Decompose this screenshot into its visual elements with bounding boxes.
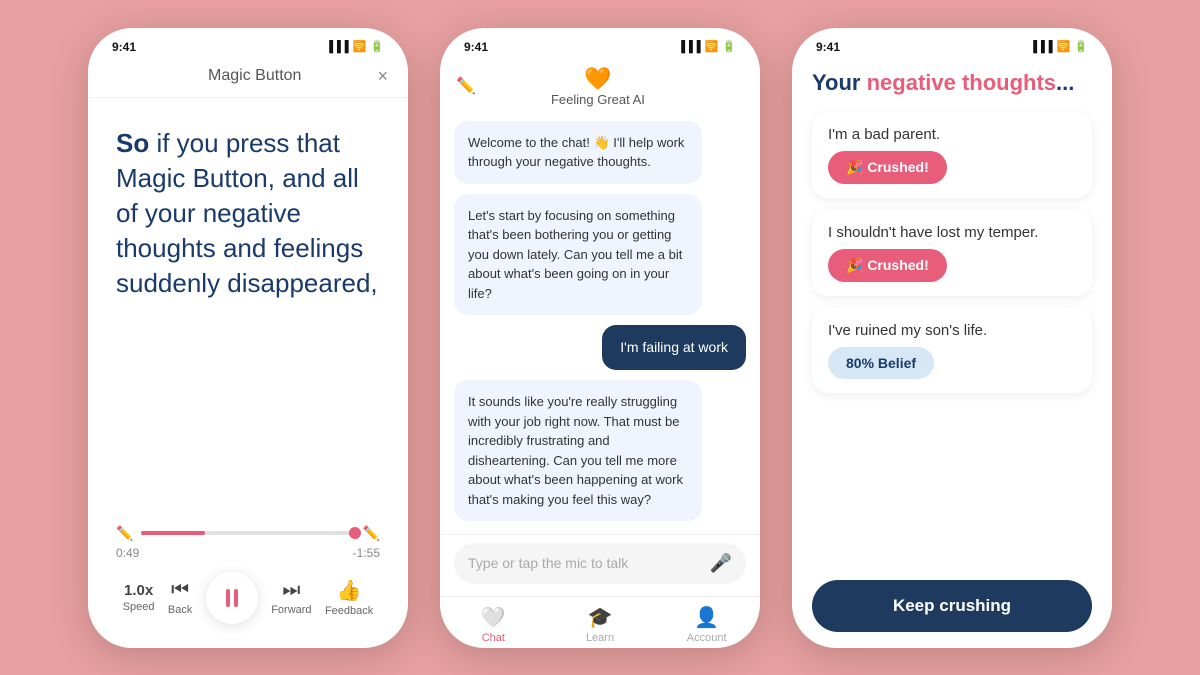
input-area: Type or tap the mic to talk 🎤 bbox=[440, 534, 760, 596]
tab-account[interactable]: 👤 Account bbox=[653, 605, 760, 644]
battery-icon-3: 🔋 bbox=[1074, 40, 1088, 53]
message-input-placeholder[interactable]: Type or tap the mic to talk bbox=[468, 555, 710, 571]
signal-icon-2: ▐▐▐ bbox=[677, 41, 700, 53]
back-label: Back bbox=[168, 604, 192, 616]
thought-card-1: I'm a bad parent. 🎉 Crushed! bbox=[812, 112, 1092, 198]
microphone-icon[interactable]: 🎤 bbox=[710, 553, 732, 574]
status-time-3: 9:41 bbox=[816, 40, 840, 54]
forward-control[interactable]: ⏭ Forward bbox=[271, 579, 311, 616]
tab-account-label: Account bbox=[687, 632, 727, 644]
tab-chat-label: Chat bbox=[482, 632, 505, 644]
heart-icon: 🤍 bbox=[481, 605, 506, 630]
pause-icon bbox=[226, 589, 238, 607]
title-part2: ... bbox=[1056, 70, 1074, 95]
progress-bar[interactable] bbox=[141, 531, 354, 535]
tab-learn-label: Learn bbox=[586, 632, 614, 644]
feedback-control[interactable]: 👍 Feedback bbox=[325, 578, 373, 617]
learn-icon: 🎓 bbox=[588, 605, 613, 630]
edit-icon[interactable]: ✏️ bbox=[456, 76, 476, 96]
thumbs-up-icon: 👍 bbox=[337, 578, 362, 603]
phone1-header: Magic Button × bbox=[88, 58, 408, 98]
back-control[interactable]: ⏮ Back bbox=[168, 579, 192, 616]
thought-card-2: I shouldn't have lost my temper. 🎉 Crush… bbox=[812, 210, 1092, 296]
play-pause-button[interactable] bbox=[206, 572, 258, 624]
thought-text-2: I shouldn't have lost my temper. bbox=[828, 224, 1076, 241]
wifi-icon-2: 🛜 bbox=[705, 40, 719, 53]
text-so: So bbox=[116, 128, 149, 158]
thought-card-3: I've ruined my son's life. 80% Belief bbox=[812, 308, 1092, 393]
current-time: 0:49 bbox=[116, 546, 139, 560]
status-time-2: 9:41 bbox=[464, 40, 488, 54]
progress-dot bbox=[349, 527, 361, 539]
ai-message-1: Welcome to the chat! 👋 I'll help work th… bbox=[454, 121, 702, 184]
forward-label: Forward bbox=[271, 604, 311, 616]
thought-text-1: I'm a bad parent. bbox=[828, 126, 1076, 143]
status-icons-3: ▐▐▐ 🛜 🔋 bbox=[1029, 40, 1088, 53]
signal-icon-3: ▐▐▐ bbox=[1029, 41, 1052, 53]
speed-control[interactable]: 1.0x Speed bbox=[123, 582, 155, 613]
wifi-icon: 🛜 bbox=[353, 40, 367, 53]
speed-icon: 1.0x bbox=[124, 582, 153, 599]
status-bar-1: 9:41 ▐▐▐ 🛜 🔋 bbox=[88, 28, 408, 58]
pause-bar-2 bbox=[234, 589, 238, 607]
thought-text-3: I've ruined my son's life. bbox=[828, 322, 1076, 339]
status-time-1: 9:41 bbox=[112, 40, 136, 54]
player-times: 0:49 -1:55 bbox=[116, 546, 380, 560]
phone-1: 9:41 ▐▐▐ 🛜 🔋 Magic Button × So if you pr… bbox=[88, 28, 408, 648]
player-controls: 1.0x Speed ⏮ Back ⏭ bbox=[116, 572, 380, 624]
message-input-row[interactable]: Type or tap the mic to talk 🎤 bbox=[454, 543, 746, 584]
battery-icon-2: 🔋 bbox=[722, 40, 736, 53]
page-title: Your negative thoughts... bbox=[812, 70, 1092, 96]
belief-badge[interactable]: 80% Belief bbox=[828, 347, 934, 379]
ai-message-2: Let's start by focusing on something tha… bbox=[454, 194, 702, 316]
keep-crushing-button[interactable]: Keep crushing bbox=[812, 580, 1092, 632]
tab-learn[interactable]: 🎓 Learn bbox=[547, 605, 654, 644]
waveform-right-icon: ✏️ bbox=[363, 525, 380, 542]
account-icon: 👤 bbox=[694, 605, 719, 630]
bottom-tabs: 🤍 Chat 🎓 Learn 👤 Account bbox=[440, 596, 760, 648]
speed-label: Speed bbox=[123, 601, 155, 613]
status-icons-1: ▐▐▐ 🛜 🔋 bbox=[325, 40, 384, 53]
status-bar-3: 9:41 ▐▐▐ 🛜 🔋 bbox=[792, 28, 1112, 58]
ai-title-wrap: 🧡 Feeling Great AI bbox=[551, 66, 645, 107]
status-bar-2: 9:41 ▐▐▐ 🛜 🔋 bbox=[440, 28, 760, 58]
feedback-label: Feedback bbox=[325, 605, 373, 617]
waveform-left-icon: ✏️ bbox=[116, 525, 133, 542]
phone-3: 9:41 ▐▐▐ 🛜 🔋 Your negative thoughts... I… bbox=[792, 28, 1112, 648]
battery-icon: 🔋 bbox=[370, 40, 384, 53]
status-icons-2: ▐▐▐ 🛜 🔋 bbox=[677, 40, 736, 53]
waveform: ✏️ ✏️ bbox=[116, 525, 380, 542]
phone3-content: Your negative thoughts... I'm a bad pare… bbox=[792, 58, 1112, 648]
user-message-1: I'm failing at work bbox=[602, 325, 746, 370]
ai-name: Feeling Great AI bbox=[551, 92, 645, 107]
crushed-badge-1[interactable]: 🎉 Crushed! bbox=[828, 151, 947, 184]
phone-2: 9:41 ▐▐▐ 🛜 🔋 ✏️ 🧡 Feeling Great AI Welco… bbox=[440, 28, 760, 648]
signal-icon: ▐▐▐ bbox=[325, 41, 348, 53]
forward-icon: ⏭ bbox=[282, 579, 300, 602]
ai-message-3: It sounds like you're really struggling … bbox=[454, 380, 702, 521]
text-rest: if you press that Magic Button, and all … bbox=[116, 128, 378, 298]
audio-player: ✏️ ✏️ 0:49 -1:55 1.0x Speed ⏮ bbox=[116, 525, 380, 632]
crushed-badge-2[interactable]: 🎉 Crushed! bbox=[828, 249, 947, 282]
phone1-content: So if you press that Magic Button, and a… bbox=[88, 98, 408, 648]
remaining-time: -1:55 bbox=[353, 546, 380, 560]
chat-messages: Welcome to the chat! 👋 I'll help work th… bbox=[440, 113, 760, 534]
magic-button-title: Magic Button bbox=[208, 67, 301, 85]
title-pink: negative thoughts bbox=[867, 70, 1056, 95]
pause-bar-1 bbox=[226, 589, 230, 607]
title-part1: Your bbox=[812, 70, 867, 95]
progress-fill bbox=[141, 531, 205, 535]
wifi-icon-3: 🛜 bbox=[1057, 40, 1071, 53]
tab-chat[interactable]: 🤍 Chat bbox=[440, 605, 547, 644]
close-button[interactable]: × bbox=[377, 66, 388, 87]
phone2-header: ✏️ 🧡 Feeling Great AI bbox=[440, 58, 760, 113]
back-icon: ⏮ bbox=[171, 579, 189, 602]
ai-avatar: 🧡 bbox=[584, 66, 611, 92]
play-pause-control[interactable] bbox=[206, 572, 258, 624]
motivational-text: So if you press that Magic Button, and a… bbox=[116, 126, 380, 301]
